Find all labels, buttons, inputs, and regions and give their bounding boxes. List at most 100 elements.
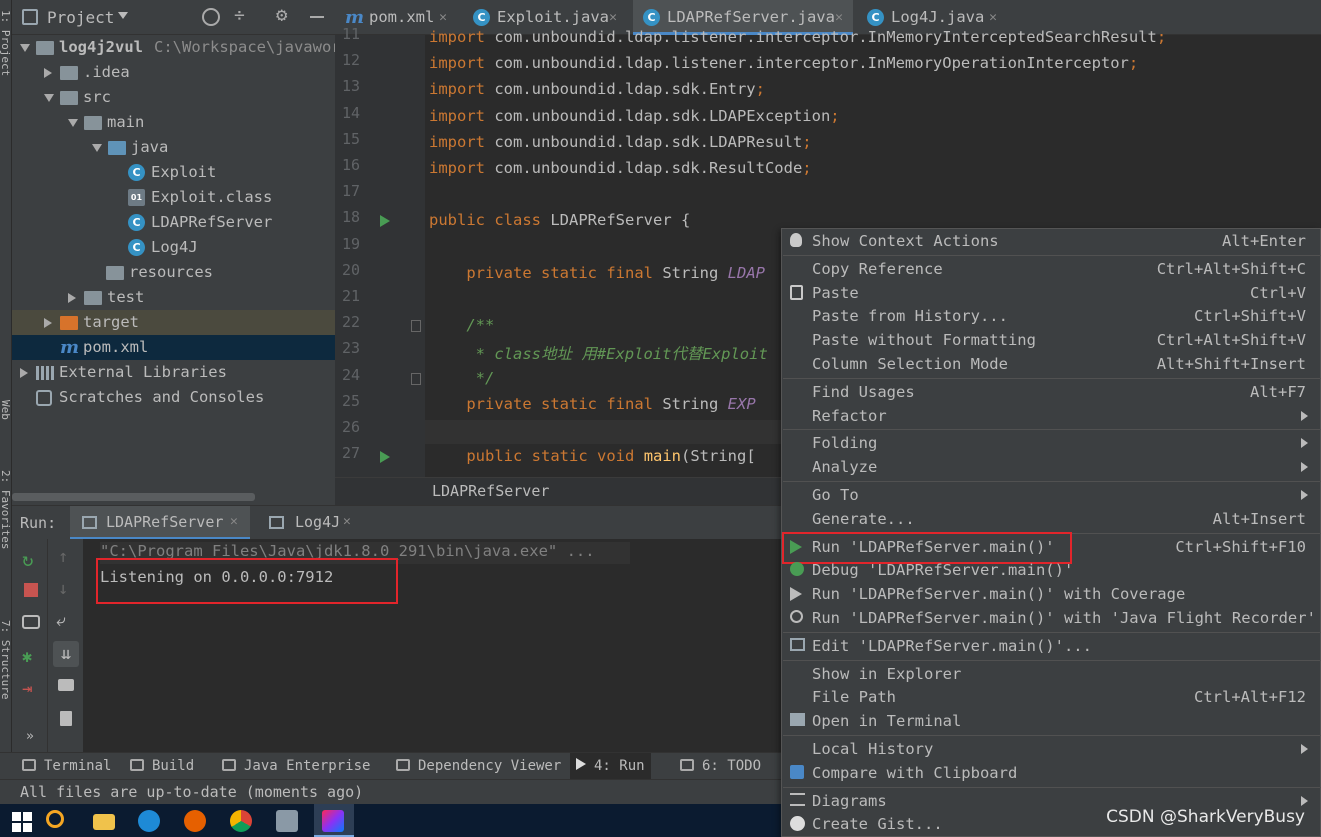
tool-window-build[interactable]: Build — [130, 753, 194, 780]
run-gutter-icon[interactable] — [380, 451, 390, 464]
edge-icon[interactable] — [138, 810, 160, 832]
tool-window-4-run[interactable]: 4: Run — [570, 753, 651, 780]
menu-item-analyze[interactable]: Analyze — [782, 455, 1320, 479]
tree-item-exploit-class[interactable]: 01 Exploit.class — [12, 185, 335, 210]
windows-start-icon[interactable] — [12, 812, 32, 832]
menu-item-column-selection-mode[interactable]: Column Selection Mode Alt+Shift+Insert — [782, 352, 1320, 376]
up-arrow-icon[interactable]: ↑ — [58, 547, 68, 567]
chevron-right-icon[interactable] — [44, 68, 52, 78]
search-icon[interactable] — [46, 810, 64, 828]
tree-item--idea[interactable]: .idea — [12, 60, 335, 85]
compare-icon — [790, 764, 804, 779]
menu-item-paste-without-formatting[interactable]: Paste without Formatting Ctrl+Alt+Shift+V — [782, 328, 1320, 352]
run-gutter-icon[interactable] — [380, 215, 390, 228]
menu-item-debug-ldaprefserver-main[interactable]: Debug 'LDAPRefServer.main()' — [782, 558, 1320, 582]
fold-icon[interactable] — [411, 372, 421, 385]
menu-item-folding[interactable]: Folding — [782, 431, 1320, 455]
file-explorer-icon[interactable] — [93, 814, 115, 830]
tree-item-external-libraries[interactable]: External Libraries — [12, 360, 335, 385]
intellij-icon[interactable] — [322, 810, 344, 832]
more-icon[interactable]: » — [26, 729, 34, 744]
project-title[interactable]: Project — [47, 8, 114, 27]
collapse-all-icon[interactable]: ÷ — [234, 5, 245, 26]
favorites-tool-tab[interactable]: 2: Favorites — [0, 470, 12, 549]
firefox-icon[interactable] — [184, 810, 206, 832]
minimize-icon[interactable] — [310, 16, 324, 18]
tree-item-scratches-and-consoles[interactable]: Scratches and Consoles — [12, 385, 335, 410]
stop-icon[interactable] — [24, 583, 38, 597]
close-icon[interactable]: ✕ — [343, 514, 351, 529]
locate-icon[interactable] — [202, 8, 220, 26]
menu-item-paste[interactable]: Paste Ctrl+V — [782, 281, 1320, 305]
print-icon[interactable] — [58, 679, 74, 691]
tree-item-label: target — [83, 313, 139, 331]
menu-item-shortcut: Ctrl+Alt+Shift+V — [1156, 331, 1306, 350]
chevron-down-icon[interactable] — [92, 144, 102, 152]
tree-item-test[interactable]: test — [12, 285, 335, 310]
chevron-right-icon[interactable] — [44, 318, 52, 328]
dependency-viewer-icon — [396, 759, 410, 771]
menu-item-copy-reference[interactable]: Copy Reference Ctrl+Alt+Shift+C — [782, 257, 1320, 281]
line-number: 27 — [341, 444, 360, 463]
chrome-icon[interactable] — [230, 810, 252, 832]
debug-icon[interactable]: ✱ — [22, 647, 32, 667]
menu-item-paste-from-history[interactable]: Paste from History... Ctrl+Shift+V — [782, 304, 1320, 328]
chevron-down-icon[interactable] — [44, 94, 54, 102]
menu-item-show-context-actions[interactable]: Show Context Actions Alt+Enter — [782, 229, 1320, 253]
tree-item-label: src — [83, 88, 111, 106]
rerun-icon[interactable]: ↻ — [22, 549, 33, 571]
tree-item-pom-xml[interactable]: m pom.xml — [12, 335, 335, 360]
chevron-down-icon[interactable] — [20, 44, 30, 52]
tree-item-java[interactable]: java — [12, 135, 335, 160]
menu-item-show-in-explorer[interactable]: Show in Explorer — [782, 662, 1320, 686]
fold-icon[interactable] — [411, 320, 421, 333]
gear-icon[interactable]: ⚙ — [276, 4, 287, 26]
menu-item-generate[interactable]: Generate... Alt+Insert — [782, 507, 1320, 531]
menu-item-run-ldaprefserver-main-with-java-flight-recorder[interactable]: Run 'LDAPRefServer.main()' with 'Java Fl… — [782, 606, 1320, 630]
chevron-right-icon[interactable] — [20, 368, 28, 378]
project-tool-tab[interactable]: 1: Project — [0, 10, 12, 76]
trash-icon[interactable] — [60, 711, 72, 726]
tree-item-log4j2vul[interactable]: log4j2vul C:\Workspace\javawor — [12, 35, 341, 60]
tree-item-target[interactable]: target — [12, 310, 335, 335]
code-line: private static final String EXP — [466, 394, 756, 413]
horizontal-scrollbar[interactable] — [12, 493, 255, 501]
breadcrumb-class[interactable]: LDAPRefServer — [432, 482, 549, 500]
menu-item-open-in-terminal[interactable]: Open in Terminal — [782, 709, 1320, 733]
tool-window-terminal[interactable]: Terminal — [22, 753, 111, 780]
menu-item-find-usages[interactable]: Find Usages Alt+F7 — [782, 380, 1320, 404]
console-output[interactable]: "C:\Program Files\Java\jdk1.8.0_291\bin\… — [83, 539, 782, 752]
tree-item-src[interactable]: src — [12, 85, 335, 110]
web-tool-tab[interactable]: Web — [0, 400, 12, 420]
tree-item-label: External Libraries — [59, 363, 227, 381]
run-tab-log4j[interactable]: Log4J ✕ — [257, 506, 377, 540]
menu-item-go-to[interactable]: Go To — [782, 483, 1320, 507]
tree-item-ldaprefserver[interactable]: C LDAPRefServer — [12, 210, 335, 235]
tool-window-dependency-viewer[interactable]: Dependency Viewer — [396, 753, 561, 780]
structure-tool-tab[interactable]: 7: Structure — [0, 620, 12, 699]
scroll-to-end-icon[interactable]: ⇊ — [53, 641, 79, 667]
chevron-right-icon[interactable] — [68, 293, 76, 303]
tree-item-exploit[interactable]: C Exploit — [12, 160, 335, 185]
tree-item-log4j[interactable]: C Log4J — [12, 235, 335, 260]
app-icon[interactable] — [276, 810, 298, 832]
tree-item-main[interactable]: main — [12, 110, 335, 135]
menu-item-local-history[interactable]: Local History — [782, 737, 1320, 761]
menu-item-refactor[interactable]: Refactor — [782, 404, 1320, 428]
chevron-down-icon[interactable] — [118, 12, 128, 19]
soft-wrap-icon[interactable]: ⤶ — [56, 611, 66, 631]
menu-item-compare-with-clipboard[interactable]: Compare with Clipboard — [782, 761, 1320, 785]
chevron-down-icon[interactable] — [68, 119, 78, 127]
tool-window-6-todo[interactable]: 6: TODO — [680, 753, 761, 780]
menu-item-file-path[interactable]: File Path Ctrl+Alt+F12 — [782, 685, 1320, 709]
run-tab-ldaprefserver[interactable]: LDAPRefServer ✕ — [70, 506, 250, 540]
tree-item-resources[interactable]: resources — [12, 260, 335, 285]
exit-icon[interactable]: ⇥ — [22, 679, 32, 699]
tool-window-java-enterprise[interactable]: Java Enterprise — [222, 753, 370, 780]
menu-item-run-ldaprefserver-main-with-coverage[interactable]: Run 'LDAPRefServer.main()' with Coverage — [782, 582, 1320, 606]
close-icon[interactable]: ✕ — [230, 514, 238, 529]
menu-item-edit-ldaprefserver-main[interactable]: Edit 'LDAPRefServer.main()'... — [782, 634, 1320, 658]
down-arrow-icon[interactable]: ↓ — [58, 579, 68, 599]
editor-gutter: 11 12 13 14 15 16 17 18 19 20 21 22 23 24 25 26 27 — [335, 25, 425, 477]
camera-icon[interactable] — [22, 615, 40, 629]
